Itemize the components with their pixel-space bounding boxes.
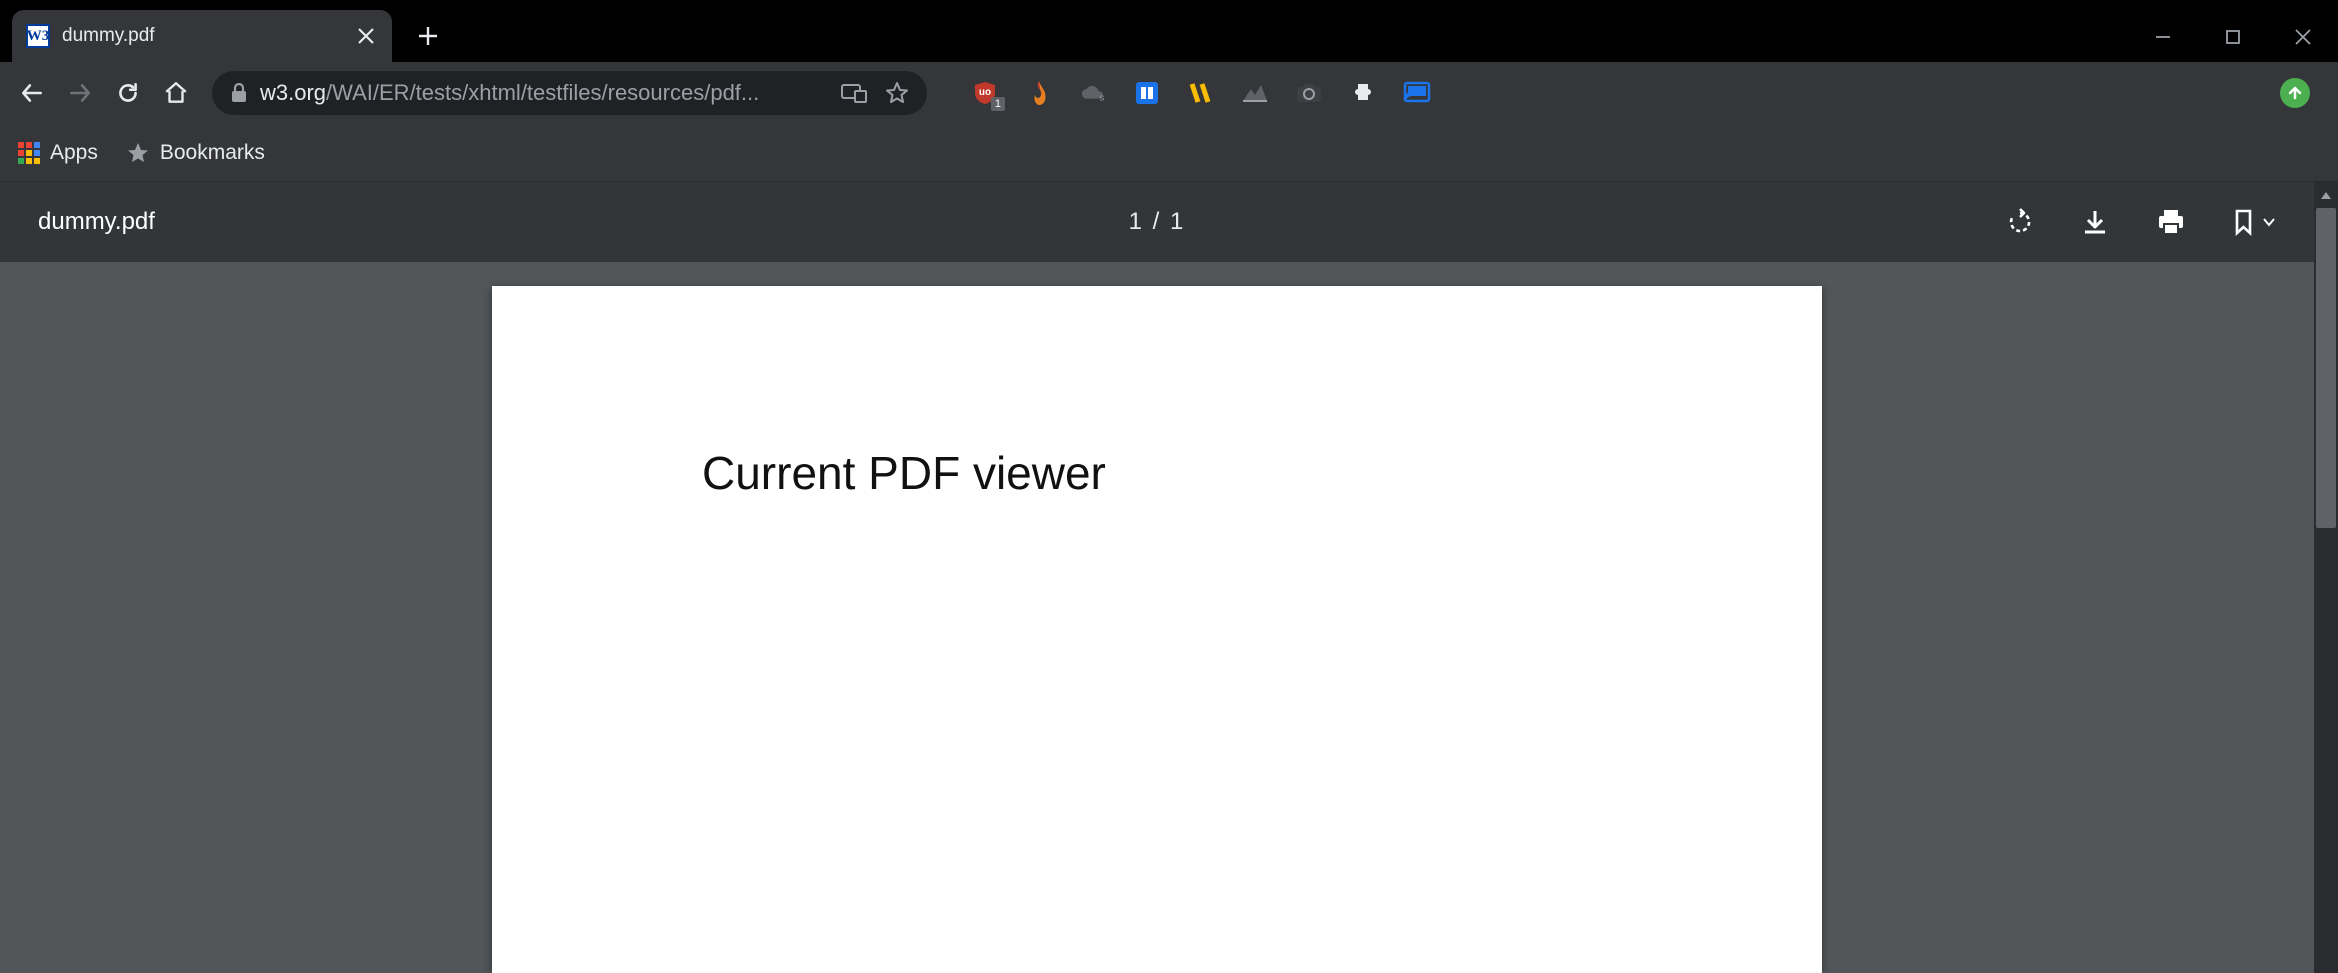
- minimize-icon: [2155, 29, 2171, 45]
- install-icon: [841, 83, 867, 103]
- bookmarks-label: Bookmarks: [160, 141, 265, 165]
- pdf-print-button[interactable]: [2156, 208, 2186, 236]
- pdf-viewer: dummy.pdf 1 / 1 Current PDF: [0, 182, 2338, 973]
- camera-icon: [1295, 82, 1323, 104]
- browser-nav-bar: w3.org/WAI/ER/tests/xhtml/testfiles/reso…: [0, 62, 2338, 124]
- window-controls: [2128, 12, 2338, 62]
- triangle-up-icon: [2320, 190, 2332, 200]
- bookmarks-bar: Apps Bookmarks: [0, 124, 2338, 182]
- cloud-icon: s: [1079, 81, 1107, 105]
- star-icon: [126, 141, 150, 165]
- extension-cloud[interactable]: s: [1079, 79, 1107, 107]
- star-icon: [885, 81, 909, 105]
- address-bar[interactable]: w3.org/WAI/ER/tests/xhtml/testfiles/reso…: [212, 71, 927, 115]
- arrow-up-icon: [2287, 85, 2303, 101]
- scrollbar-thumb[interactable]: [2316, 208, 2336, 528]
- forward-button[interactable]: [58, 71, 102, 115]
- pdf-page: Current PDF viewer: [492, 286, 1822, 973]
- cast-icon: [1403, 81, 1431, 105]
- browser-tab-active[interactable]: W3 dummy.pdf: [12, 10, 392, 62]
- pdf-filename: dummy.pdf: [38, 208, 155, 236]
- close-window-button[interactable]: [2268, 12, 2338, 62]
- url-path: /WAI/ER/tests/xhtml/testfiles/resources/…: [326, 80, 759, 105]
- reload-icon: [115, 80, 141, 106]
- pdf-viewer-main: dummy.pdf 1 / 1 Current PDF: [0, 182, 2314, 973]
- pdf-page-info: 1 / 1: [1129, 208, 1186, 236]
- extension-flame[interactable]: [1025, 79, 1053, 107]
- apps-label: Apps: [50, 141, 98, 165]
- rotate-icon: [2006, 208, 2034, 236]
- close-icon: [357, 27, 375, 45]
- home-button[interactable]: [154, 71, 198, 115]
- vertical-scrollbar[interactable]: [2314, 182, 2338, 973]
- svg-text:uo: uo: [979, 87, 991, 98]
- extension-badge: 1: [991, 97, 1005, 111]
- bars-icon: [1188, 80, 1214, 106]
- browser-tab-strip: W3 dummy.pdf: [0, 0, 2338, 62]
- extension-bars[interactable]: [1187, 79, 1215, 107]
- book-icon: [1134, 80, 1160, 106]
- extensions-menu-button[interactable]: [1349, 79, 1377, 107]
- maximize-window-button[interactable]: [2198, 12, 2268, 62]
- bookmark-star-button[interactable]: [885, 81, 909, 105]
- puzzle-icon: [1350, 80, 1376, 106]
- arrow-right-icon: [67, 80, 93, 106]
- back-button[interactable]: [10, 71, 54, 115]
- apps-grid-icon: [18, 142, 40, 164]
- extension-cast[interactable]: [1403, 79, 1431, 107]
- close-icon: [2294, 28, 2312, 46]
- tab-favicon: W3: [26, 24, 50, 48]
- profile-avatar-button[interactable]: [2280, 78, 2310, 108]
- pdf-download-button[interactable]: [2082, 208, 2108, 236]
- print-icon: [2156, 208, 2186, 236]
- apps-shortcut[interactable]: Apps: [18, 141, 98, 165]
- arrow-left-icon: [19, 80, 45, 106]
- url-text: w3.org/WAI/ER/tests/xhtml/testfiles/reso…: [260, 80, 759, 106]
- pdf-toolbar: dummy.pdf 1 / 1: [0, 182, 2314, 262]
- pdf-toolbar-actions: [2006, 208, 2276, 236]
- pdf-content-heading: Current PDF viewer: [702, 446, 1612, 500]
- extension-reader[interactable]: [1133, 79, 1161, 107]
- url-domain: w3.org: [260, 80, 326, 105]
- scroll-up-button[interactable]: [2314, 182, 2338, 208]
- install-app-button[interactable]: [841, 81, 867, 105]
- tab-title: dummy.pdf: [62, 25, 342, 47]
- home-icon: [163, 80, 189, 106]
- download-icon: [2082, 208, 2108, 236]
- mountain-icon: [1241, 83, 1269, 103]
- extension-camera[interactable]: [1295, 79, 1323, 107]
- extension-mountain[interactable]: [1241, 79, 1269, 107]
- lock-icon: [230, 83, 248, 103]
- extensions-area: uo 1 s: [971, 79, 1431, 107]
- flame-icon: [1029, 79, 1049, 107]
- bookmarks-folder[interactable]: Bookmarks: [126, 141, 265, 165]
- minimize-window-button[interactable]: [2128, 12, 2198, 62]
- pdf-page-area[interactable]: Current PDF viewer: [0, 262, 2314, 973]
- extension-ublock[interactable]: uo 1: [971, 79, 999, 107]
- chevron-down-icon: [2262, 215, 2276, 229]
- svg-text:s: s: [1100, 92, 1105, 102]
- bookmark-icon: [2234, 208, 2256, 236]
- reload-button[interactable]: [106, 71, 150, 115]
- plus-icon: [417, 25, 439, 47]
- pdf-bookmark-menu-button[interactable]: [2234, 208, 2276, 236]
- new-tab-button[interactable]: [406, 14, 450, 58]
- pdf-rotate-button[interactable]: [2006, 208, 2034, 236]
- close-tab-button[interactable]: [354, 24, 378, 48]
- maximize-icon: [2225, 29, 2241, 45]
